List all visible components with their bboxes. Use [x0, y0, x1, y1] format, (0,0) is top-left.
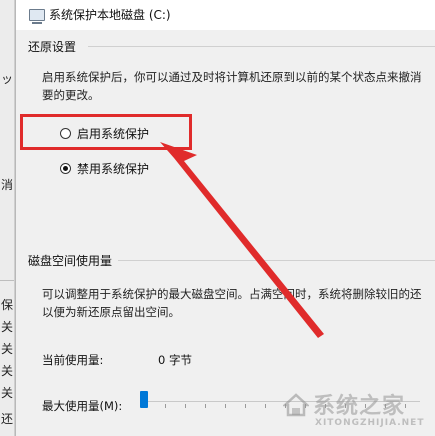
- arrow-shape: [160, 142, 324, 338]
- house-logo-icon: [283, 393, 309, 417]
- annotation-arrow: [160, 142, 324, 338]
- site-watermark: 系统之家 XITONGZHIJIA.NET: [279, 388, 429, 432]
- watermark-text: 系统之家: [313, 394, 406, 419]
- watermark-subtext: XITONGZHIJIA.NET: [315, 418, 425, 428]
